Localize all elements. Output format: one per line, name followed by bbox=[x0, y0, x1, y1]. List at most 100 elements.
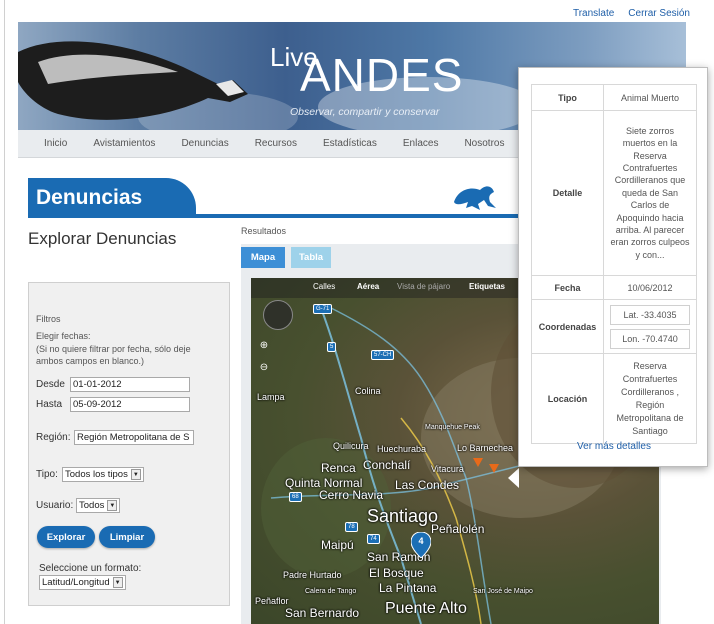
zoom-in-icon[interactable]: ⊕ bbox=[258, 340, 270, 352]
condor-image bbox=[18, 41, 248, 120]
region-input[interactable] bbox=[74, 430, 194, 445]
road-shield: 57-CH bbox=[371, 350, 395, 360]
map-label: Quilicura bbox=[333, 441, 369, 451]
format-select[interactable]: Latitud/Longitud ▼ bbox=[39, 575, 126, 590]
chevron-down-icon: ▼ bbox=[130, 469, 141, 480]
map-label: Lampa bbox=[257, 392, 285, 402]
report-marker[interactable] bbox=[473, 458, 483, 467]
desde-input[interactable] bbox=[70, 377, 190, 392]
map-label: Vitacura bbox=[431, 464, 464, 474]
map-label: Peñalolén bbox=[431, 522, 485, 536]
map-mode-calles[interactable]: Calles bbox=[313, 282, 335, 291]
map-label: Conchalí bbox=[363, 458, 411, 472]
dates-label: Elegir fechas: bbox=[36, 331, 91, 341]
map-label: La Pintana bbox=[379, 581, 437, 595]
map-label: Lo Barnechea bbox=[457, 443, 514, 453]
lon-value: Lon. -70.4740 bbox=[610, 328, 690, 349]
road-shield: 78 bbox=[345, 522, 358, 532]
tipo-value: Animal Muerto bbox=[603, 84, 697, 111]
detail-table: Tipo Animal Muerto Detalle Siete zorros … bbox=[531, 84, 697, 444]
dates-hint: (Si no quiere filtrar por fecha, sólo de… bbox=[36, 344, 191, 366]
format-select-value: Latitud/Longitud bbox=[42, 577, 110, 588]
map-label: Manquehue Peak bbox=[425, 424, 480, 431]
map-label: San Bernardo bbox=[285, 606, 360, 620]
map-label: Maipú bbox=[321, 538, 354, 552]
usuario-row: Usuario: Todos ▼ bbox=[36, 498, 121, 513]
tipo-select-value: Todos los tipos bbox=[65, 469, 128, 480]
tab-tabla[interactable]: Tabla bbox=[291, 247, 331, 268]
logo-andes: ANDES bbox=[300, 49, 464, 101]
page: Translate Cerrar Sesión Live ANDES Obser… bbox=[0, 0, 714, 624]
map-mode-aerea[interactable]: Aérea bbox=[357, 282, 379, 291]
detail-popup: Tipo Animal Muerto Detalle Siete zorros … bbox=[518, 67, 708, 467]
format-label: Seleccione un formato: bbox=[39, 563, 142, 574]
report-marker[interactable] bbox=[489, 464, 499, 473]
usuario-select[interactable]: Todos ▼ bbox=[76, 498, 121, 513]
translate-link[interactable]: Translate bbox=[573, 8, 614, 19]
tipo-label: Tipo: bbox=[36, 469, 58, 480]
zoom-out-icon[interactable]: ⊖ bbox=[258, 362, 270, 374]
map-pan-control[interactable] bbox=[263, 300, 293, 330]
desde-row: Desde bbox=[36, 377, 190, 392]
fecha-value: 10/06/2012 bbox=[603, 275, 697, 300]
chevron-down-icon: ▼ bbox=[112, 577, 123, 588]
map-labels-toggle[interactable]: Etiquetas bbox=[469, 282, 505, 291]
map-label: Santiago bbox=[367, 506, 439, 526]
more-details-link[interactable]: Ver más detalles bbox=[519, 441, 709, 452]
region-label: Región: bbox=[36, 432, 71, 443]
hasta-label: Hasta bbox=[36, 399, 63, 410]
chevron-down-icon: ▼ bbox=[107, 500, 118, 511]
hasta-row: Hasta bbox=[36, 397, 190, 412]
map-label: Peñaflor bbox=[255, 596, 289, 606]
map-label: Calera de Tango bbox=[305, 588, 357, 595]
limpiar-button[interactable]: Limpiar bbox=[99, 526, 155, 548]
explorar-button[interactable]: Explorar bbox=[37, 526, 95, 548]
nav-item-estadisticas[interactable]: Estadísticas bbox=[323, 138, 377, 149]
detalle-label: Detalle bbox=[531, 110, 604, 276]
road-shield: G-71 bbox=[313, 304, 333, 314]
road-shield: 74 bbox=[367, 534, 380, 544]
map-label: Huechuraba bbox=[377, 444, 427, 454]
tipo-select[interactable]: Todos los tipos ▼ bbox=[62, 467, 144, 482]
tab-mapa[interactable]: Mapa bbox=[241, 247, 285, 268]
hasta-input[interactable] bbox=[70, 397, 190, 412]
tipo-label: Tipo bbox=[531, 84, 604, 111]
nav-item-nosotros[interactable]: Nosotros bbox=[464, 138, 504, 149]
coords-cell: Lat. -33.4035 Lon. -70.4740 bbox=[603, 299, 697, 354]
map-label: Padre Hurtado bbox=[283, 570, 342, 580]
cluster-marker[interactable]: 4 bbox=[410, 531, 432, 559]
lat-value: Lat. -33.4035 bbox=[610, 304, 690, 325]
nav-item-inicio[interactable]: Inicio bbox=[44, 138, 67, 149]
desde-label: Desde bbox=[36, 379, 65, 390]
map-label: Cerro Navia bbox=[319, 488, 384, 502]
location-label: Locación bbox=[531, 353, 604, 444]
map-label: Renca bbox=[321, 461, 356, 475]
road-shield: 68 bbox=[289, 492, 302, 502]
map-mode-vista[interactable]: Vista de pájaro bbox=[397, 282, 450, 291]
usuario-select-value: Todos bbox=[79, 500, 105, 511]
results-label: Resultados bbox=[241, 226, 287, 236]
filters-title: Filtros bbox=[36, 314, 61, 324]
nav-item-avistamientos[interactable]: Avistamientos bbox=[93, 138, 155, 149]
coords-label: Coordenadas bbox=[531, 299, 604, 354]
map-label: Las Condes bbox=[395, 478, 460, 492]
map-label: El Bosque bbox=[369, 566, 424, 580]
usuario-label: Usuario: bbox=[36, 500, 74, 511]
detalle-value: Siete zorros muertos en la Reserva Contr… bbox=[603, 110, 697, 276]
tipo-row: Tipo: Todos los tipos ▼ bbox=[36, 467, 144, 482]
nav-item-denuncias[interactable]: Denuncias bbox=[181, 138, 228, 149]
road-shield: 5 bbox=[327, 342, 337, 352]
fecha-label: Fecha bbox=[531, 275, 604, 300]
page-border bbox=[4, 0, 5, 624]
page-title: Explorar Denuncias bbox=[28, 229, 177, 248]
map-label: Colina bbox=[355, 386, 381, 396]
nav-item-recursos[interactable]: Recursos bbox=[255, 138, 297, 149]
logout-link[interactable]: Cerrar Sesión bbox=[628, 8, 690, 19]
frog-icon bbox=[454, 186, 496, 210]
location-value: Reserva Contrafuertes Cordilleranos , Re… bbox=[603, 353, 697, 444]
logo-tagline: Observar, compartir y conservar bbox=[290, 106, 440, 118]
nav-item-enlaces[interactable]: Enlaces bbox=[403, 138, 439, 149]
map-label: San José de Maipo bbox=[473, 588, 533, 595]
cluster-count: 4 bbox=[418, 536, 424, 546]
map-label: Puente Alto bbox=[385, 600, 467, 617]
